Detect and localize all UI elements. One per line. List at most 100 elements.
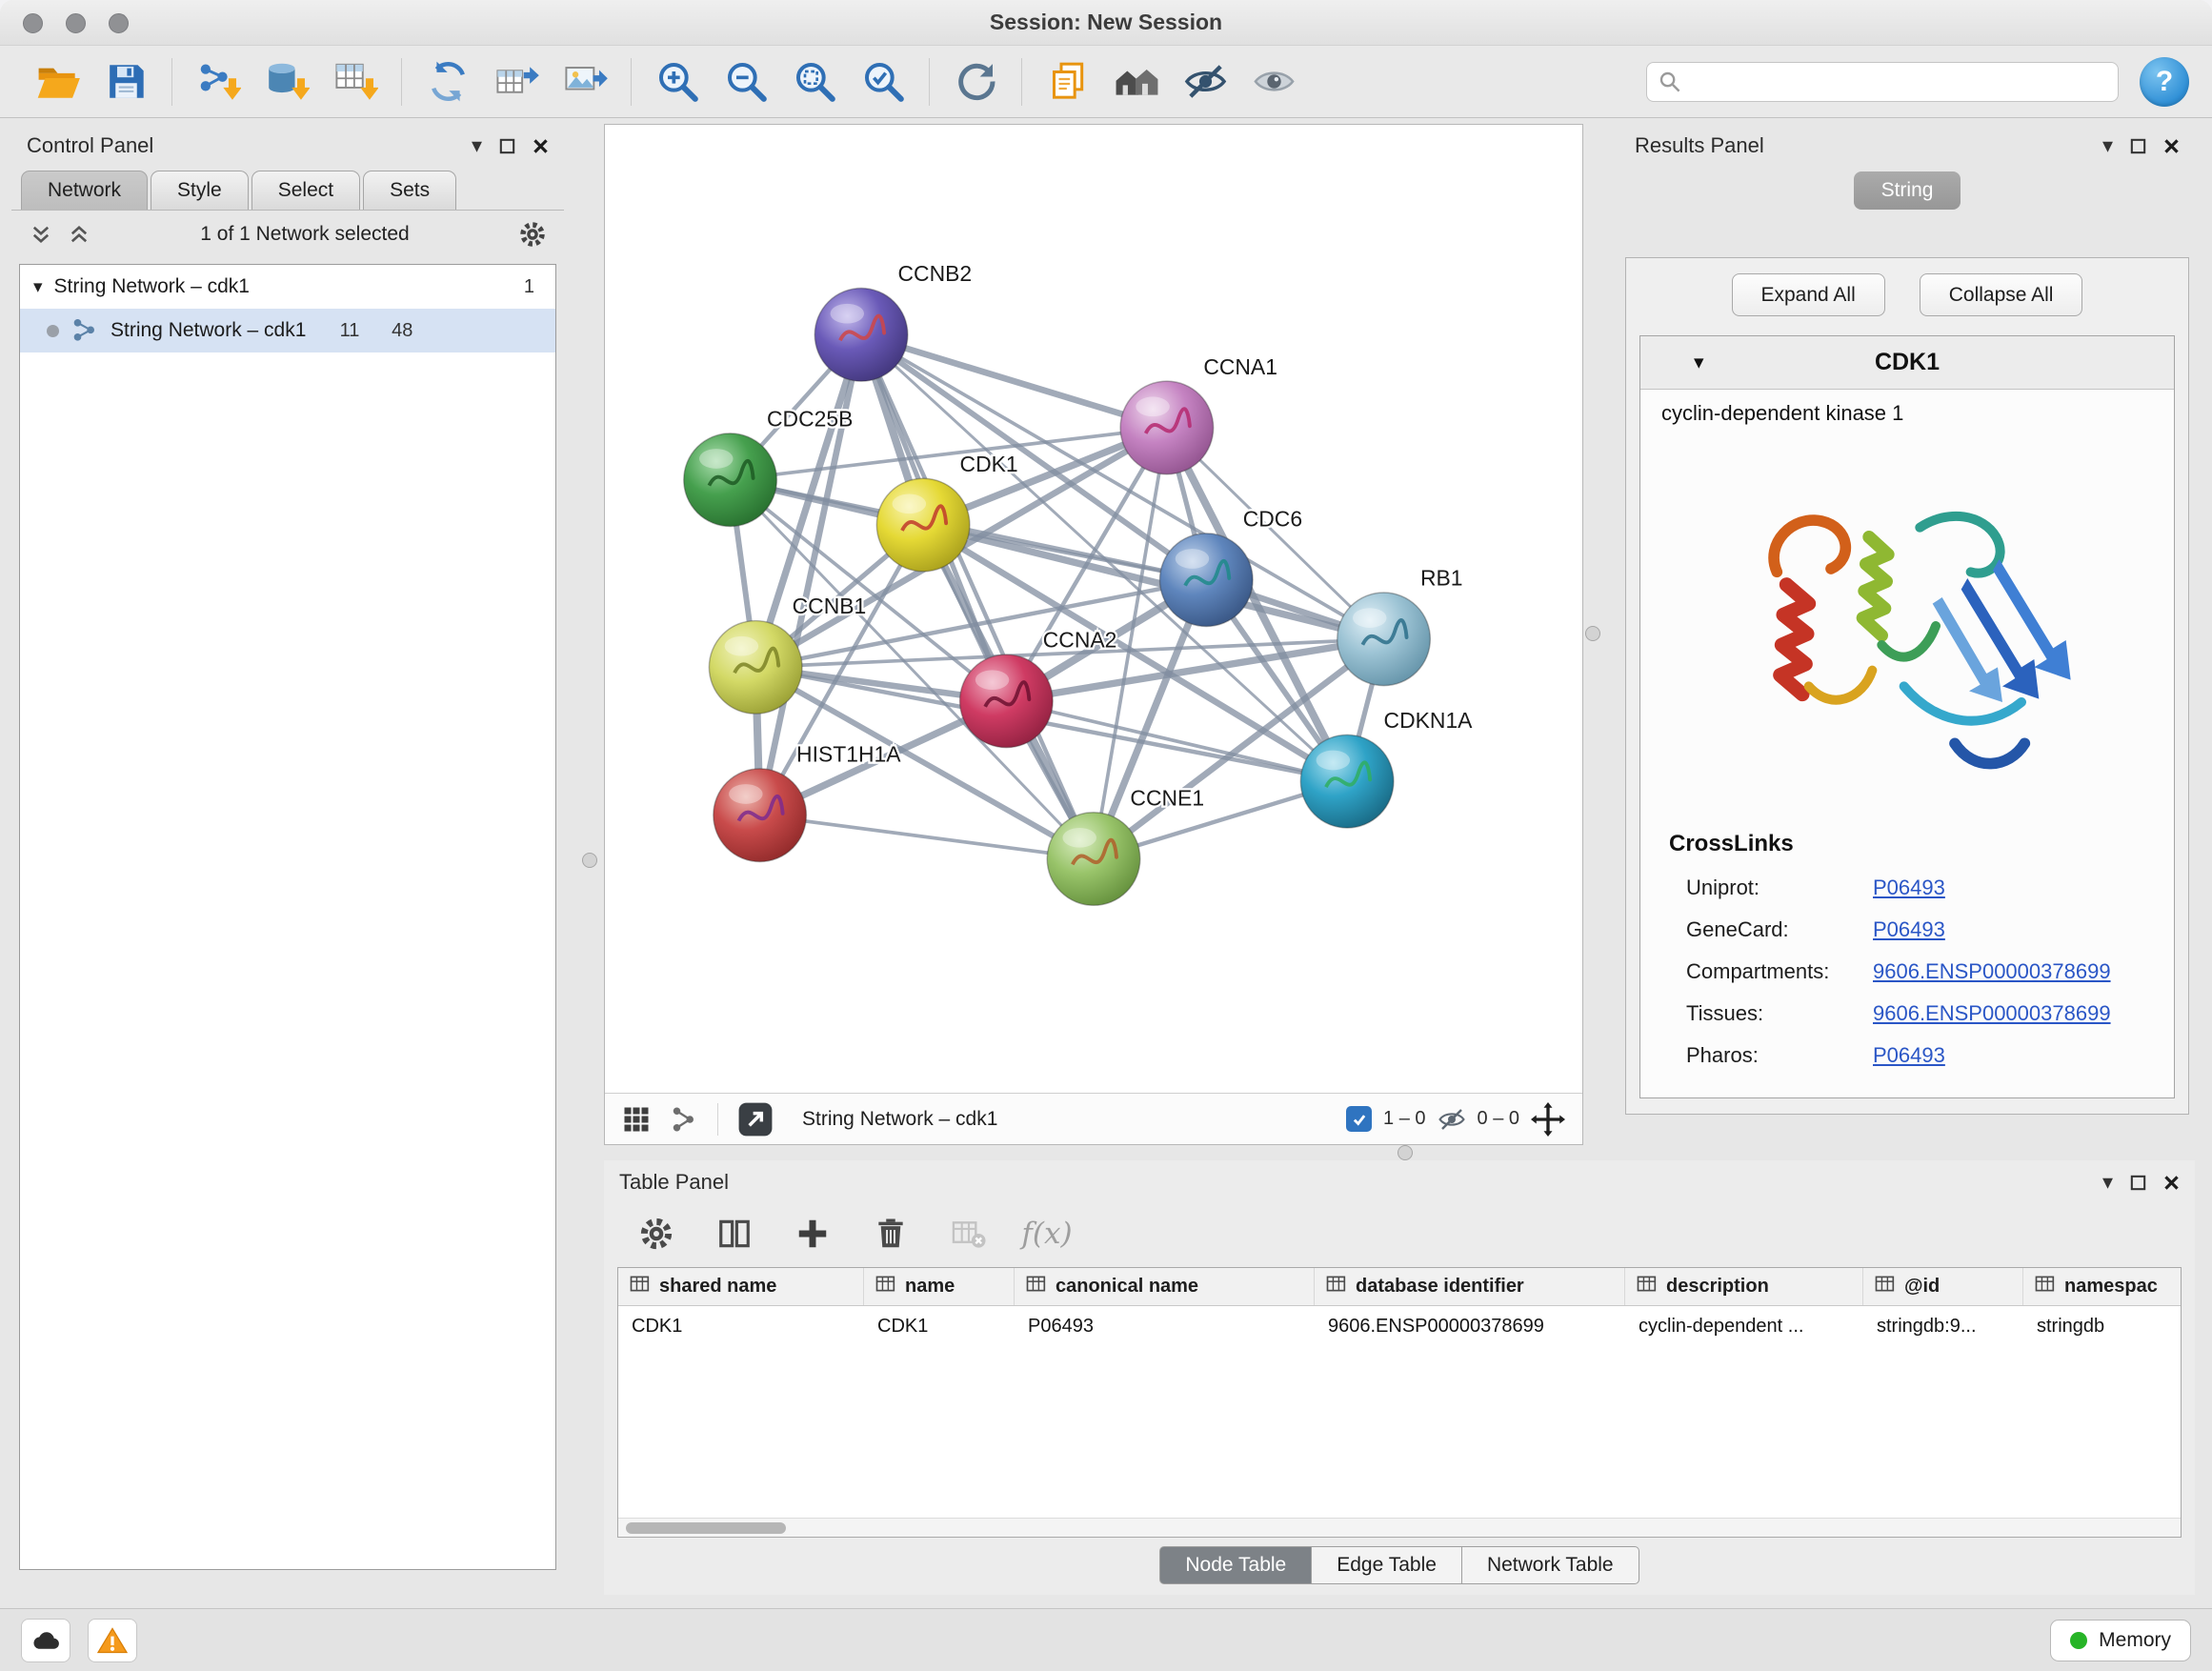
network-node-ccna2[interactable] bbox=[960, 654, 1054, 748]
collapse-all-icon[interactable] bbox=[29, 222, 53, 247]
import-network-database-button[interactable] bbox=[252, 53, 321, 111]
column-header-canonical-name[interactable]: canonical name bbox=[1015, 1268, 1315, 1305]
crosslink-value-link[interactable]: P06493 bbox=[1873, 1043, 1945, 1068]
column-header-database-identifier[interactable]: database identifier bbox=[1315, 1268, 1625, 1305]
node-detail-header[interactable]: ▾ CDK1 bbox=[1640, 336, 2174, 390]
network-node-ccnb2[interactable] bbox=[814, 289, 908, 382]
tab-string[interactable]: String bbox=[1854, 171, 1961, 210]
memory-button[interactable]: Memory bbox=[2050, 1620, 2191, 1661]
refresh-layout-button[interactable] bbox=[941, 53, 1010, 111]
column-header-id[interactable]: @id bbox=[1863, 1268, 2023, 1305]
show-all-button[interactable] bbox=[1239, 53, 1308, 111]
show-columns-button[interactable] bbox=[713, 1212, 756, 1256]
scrollbar-thumb[interactable] bbox=[626, 1522, 786, 1534]
cloud-status-button[interactable] bbox=[21, 1619, 70, 1662]
hide-selected-button[interactable] bbox=[1171, 53, 1239, 111]
network-node-cdkn1a[interactable] bbox=[1300, 735, 1394, 828]
import-network-file-button[interactable] bbox=[184, 53, 252, 111]
close-window-button[interactable] bbox=[23, 13, 43, 33]
splitter-handle[interactable] bbox=[1585, 626, 1600, 641]
collapse-all-button[interactable]: Collapse All bbox=[1920, 273, 2083, 316]
network-canvas-svg[interactable]: CCNB2CCNA1CDC25BCDK1CDC6RB1CCNB1CCNA2CDK… bbox=[605, 125, 1582, 1093]
crosslink-value-link[interactable]: P06493 bbox=[1873, 917, 1945, 942]
network-row[interactable]: String Network – cdk1 11 48 bbox=[20, 309, 555, 352]
duplicate-network-button[interactable] bbox=[1034, 53, 1102, 111]
export-table-button[interactable] bbox=[482, 53, 551, 111]
tab-select[interactable]: Select bbox=[251, 171, 360, 210]
network-node-cdc6[interactable] bbox=[1159, 534, 1253, 627]
expand-all-icon[interactable] bbox=[67, 222, 91, 247]
table-options-gear-button[interactable] bbox=[634, 1212, 678, 1256]
tab-network-table[interactable]: Network Table bbox=[1462, 1546, 1639, 1584]
zoom-window-button[interactable] bbox=[109, 13, 129, 33]
expand-all-button[interactable]: Expand All bbox=[1732, 273, 1885, 316]
birdseye-home-button[interactable] bbox=[1102, 53, 1171, 111]
pan-crosshair-icon[interactable] bbox=[1531, 1102, 1565, 1137]
table-cell[interactable]: CDK1 bbox=[864, 1306, 1015, 1346]
panel-menu-icon[interactable]: ▾ bbox=[2102, 1172, 2113, 1193]
column-header-name[interactable]: name bbox=[864, 1268, 1015, 1305]
network-node-ccna1[interactable] bbox=[1120, 381, 1214, 474]
panel-close-icon[interactable] bbox=[533, 138, 549, 154]
column-header-shared-name[interactable]: shared name bbox=[618, 1268, 864, 1305]
export-image-button[interactable] bbox=[551, 53, 619, 111]
network-node-hist1h1a[interactable] bbox=[714, 769, 807, 862]
zoom-selected-button[interactable] bbox=[849, 53, 917, 111]
crosslink-value-link[interactable]: P06493 bbox=[1873, 876, 1945, 900]
zoom-in-button[interactable] bbox=[643, 53, 712, 111]
import-table-file-button[interactable] bbox=[321, 53, 390, 111]
grid-view-icon[interactable] bbox=[622, 1105, 651, 1134]
delete-column-button[interactable] bbox=[869, 1212, 913, 1256]
zoom-fit-button[interactable] bbox=[780, 53, 849, 111]
network-node-ccne1[interactable] bbox=[1047, 813, 1140, 906]
birdseye-view-button[interactable] bbox=[737, 1101, 774, 1137]
crosslink-value-link[interactable]: 9606.ENSP00000378699 bbox=[1873, 1001, 2111, 1026]
zoom-out-button[interactable] bbox=[712, 53, 780, 111]
hidden-items-eye-icon[interactable] bbox=[1438, 1105, 1466, 1134]
network-node-cdk1[interactable] bbox=[876, 478, 970, 572]
network-node-cdc25b[interactable] bbox=[684, 433, 777, 527]
crosslink-value-link[interactable]: 9606.ENSP00000378699 bbox=[1873, 959, 2111, 984]
export-network-button[interactable] bbox=[413, 53, 482, 111]
network-node-rb1[interactable] bbox=[1337, 593, 1431, 686]
splitter-handle[interactable] bbox=[582, 853, 597, 868]
open-session-button[interactable] bbox=[23, 53, 91, 111]
warnings-button[interactable] bbox=[88, 1619, 137, 1662]
tab-sets[interactable]: Sets bbox=[363, 171, 456, 210]
function-builder-button[interactable]: f(x) bbox=[1025, 1212, 1069, 1256]
network-edge[interactable] bbox=[760, 815, 1094, 859]
column-header-description[interactable]: description bbox=[1625, 1268, 1863, 1305]
panel-close-icon[interactable] bbox=[2163, 138, 2180, 154]
network-collection-row[interactable]: ▾ String Network – cdk1 1 bbox=[20, 265, 555, 309]
horizontal-scrollbar[interactable] bbox=[618, 1518, 2181, 1537]
panel-float-icon[interactable] bbox=[499, 138, 515, 154]
table-row[interactable]: CDK1CDK1P064939606.ENSP00000378699cyclin… bbox=[618, 1306, 2181, 1346]
table-cell[interactable]: stringdb bbox=[2023, 1306, 2182, 1346]
add-column-button[interactable] bbox=[791, 1212, 835, 1256]
collection-expand-icon[interactable]: ▾ bbox=[33, 276, 43, 298]
column-header-namespac[interactable]: namespac bbox=[2023, 1268, 2182, 1305]
table-cell[interactable]: stringdb:9... bbox=[1863, 1306, 2023, 1346]
minimize-window-button[interactable] bbox=[66, 13, 86, 33]
search-input[interactable] bbox=[1691, 70, 2106, 92]
table-cell[interactable]: 9606.ENSP00000378699 bbox=[1315, 1306, 1625, 1346]
selected-checkbox[interactable] bbox=[1346, 1106, 1372, 1132]
tab-node-table[interactable]: Node Table bbox=[1159, 1546, 1312, 1584]
help-button[interactable]: ? bbox=[2140, 57, 2189, 107]
options-gear-icon[interactable] bbox=[518, 220, 547, 249]
network-edge[interactable] bbox=[861, 334, 1167, 428]
network-glyph-icon[interactable] bbox=[670, 1105, 698, 1134]
panel-float-icon[interactable] bbox=[2130, 1175, 2146, 1191]
panel-float-icon[interactable] bbox=[2130, 138, 2146, 154]
entry-collapse-icon[interactable]: ▾ bbox=[1694, 351, 1704, 374]
network-node-ccnb1[interactable] bbox=[709, 621, 802, 715]
tab-network[interactable]: Network bbox=[21, 171, 148, 210]
panel-menu-icon[interactable]: ▾ bbox=[472, 135, 482, 156]
network-edge[interactable] bbox=[861, 334, 1094, 858]
panel-close-icon[interactable] bbox=[2163, 1175, 2180, 1191]
panel-menu-icon[interactable]: ▾ bbox=[2102, 135, 2113, 156]
table-cell[interactable]: CDK1 bbox=[618, 1306, 864, 1346]
tab-style[interactable]: Style bbox=[151, 171, 249, 210]
tab-edge-table[interactable]: Edge Table bbox=[1312, 1546, 1462, 1584]
save-session-button[interactable] bbox=[91, 53, 160, 111]
